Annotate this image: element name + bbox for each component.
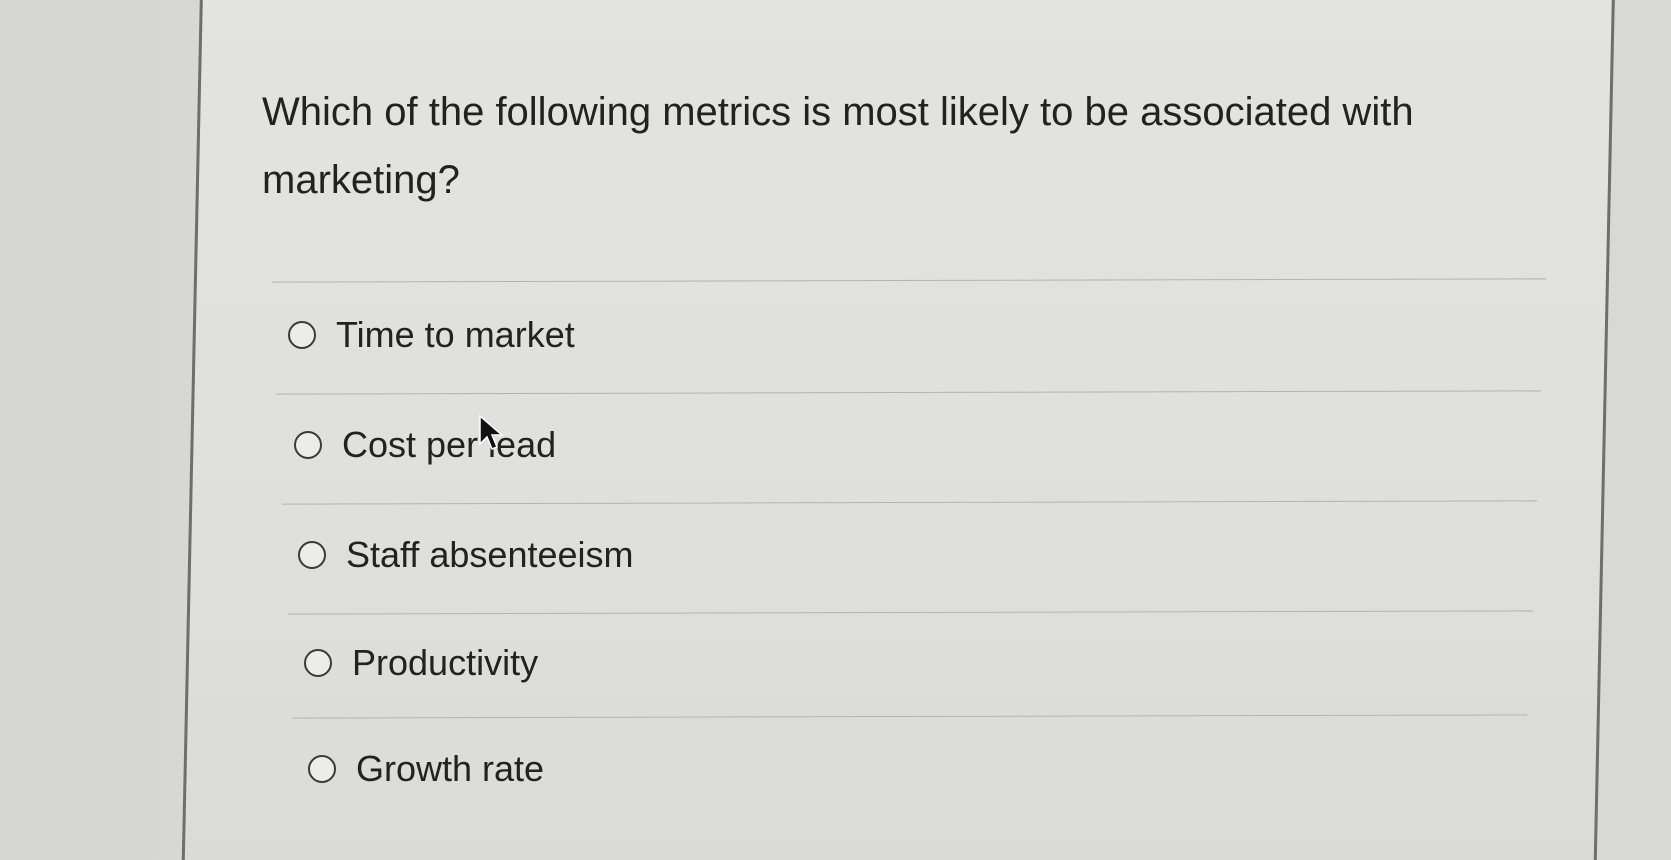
option-growth-rate[interactable]: Growth rate (308, 744, 544, 794)
radio-button[interactable] (288, 321, 316, 349)
option-label: Cost per lead (342, 424, 557, 465)
option-cost-per-lead[interactable]: Cost per lead (294, 420, 556, 470)
question-text: Which of the following metrics is most l… (262, 90, 1414, 202)
option-productivity[interactable]: Productivity (304, 638, 538, 688)
screen-background: Which of the following metrics is most l… (0, 0, 1671, 860)
option-label: Productivity (352, 642, 539, 683)
option-time-to-market[interactable]: Time to market (288, 310, 575, 360)
radio-button[interactable] (308, 755, 336, 783)
option-label: Staff absenteeism (346, 534, 634, 575)
radio-button[interactable] (294, 431, 322, 459)
option-staff-absenteeism[interactable]: Staff absenteeism (298, 530, 634, 580)
radio-button[interactable] (298, 541, 326, 569)
option-label: Time to market (336, 314, 575, 355)
mouse-pointer-icon (479, 414, 505, 450)
radio-button[interactable] (304, 649, 332, 677)
option-label: Growth rate (356, 748, 545, 789)
